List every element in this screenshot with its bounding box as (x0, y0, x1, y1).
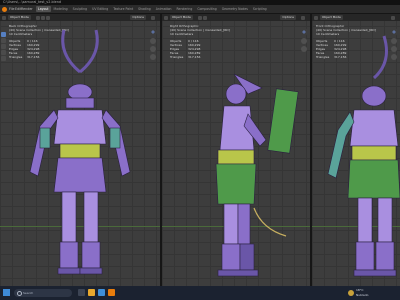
tab-texture-paint[interactable]: Texture Paint (111, 6, 135, 12)
samurai-model-back (29, 29, 131, 275)
search-icon (17, 291, 22, 296)
menu-file[interactable]: File (9, 5, 15, 13)
search-placeholder: Search (23, 291, 34, 295)
viewport-front[interactable]: Object Mode Front Orthographic (40) Scen… (312, 14, 400, 286)
browser-icon[interactable] (98, 289, 105, 296)
tab-geometry-nodes[interactable]: Geometry Nodes (220, 6, 250, 12)
samurai-model-front (327, 35, 400, 277)
menu-render[interactable]: Render (21, 5, 33, 13)
tab-animation[interactable]: Animation (154, 6, 174, 12)
weather-icon[interactable] (348, 290, 354, 296)
tab-layout[interactable]: Layout (36, 6, 51, 12)
task-view-icon[interactable] (78, 289, 85, 296)
taskbar-search-box[interactable]: Search (14, 289, 72, 297)
tab-compositing[interactable]: Compositing (195, 6, 218, 12)
windows-start-icon[interactable] (3, 289, 10, 296)
samurai-model-side (215, 73, 299, 277)
tab-modeling[interactable]: Modeling (52, 6, 70, 12)
blender-taskbar-icon[interactable] (108, 289, 115, 296)
tab-uv-editing[interactable]: UV Editing (90, 6, 110, 12)
viewport-right[interactable]: Object Mode Options Right Orthographic (… (162, 14, 310, 286)
blender-logo-icon[interactable] (2, 6, 7, 12)
tab-sculpting[interactable]: Sculpting (71, 6, 89, 12)
tab-rendering[interactable]: Rendering (175, 6, 195, 12)
viewport-back[interactable]: Object Mode Options Back Orthographic (4… (0, 14, 160, 286)
weather-desc: Nublado (356, 293, 369, 297)
file-explorer-icon[interactable] (88, 289, 95, 296)
tab-scripting[interactable]: Scripting (251, 6, 269, 12)
top-menubar: File Edit Render Layout Modeling Sculpti… (0, 5, 400, 14)
workspace-tabs: Layout Modeling Sculpting UV Editing Tex… (36, 6, 269, 12)
os-taskbar: Search 18°C Nublado (0, 286, 400, 300)
tab-shading[interactable]: Shading (136, 6, 153, 12)
